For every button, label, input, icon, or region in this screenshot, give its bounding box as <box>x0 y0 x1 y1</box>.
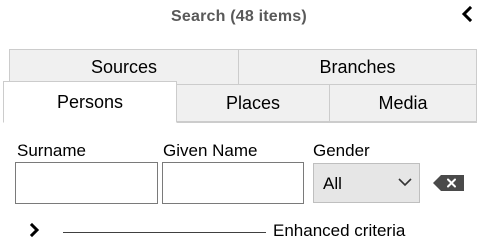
tab-places[interactable]: Places <box>176 84 330 123</box>
tab-places-label: Places <box>225 93 281 113</box>
gender-select[interactable]: All <box>313 163 420 203</box>
tab-sources-label: Sources <box>90 57 158 77</box>
given-name-input[interactable] <box>162 162 304 204</box>
tab-persons[interactable]: Persons <box>3 81 177 123</box>
search-title: Search (48 items) <box>171 8 307 25</box>
surname-label: Surname <box>17 141 86 160</box>
tab-media[interactable]: Media <box>329 84 477 123</box>
tab-branches-label: Branches <box>319 57 396 77</box>
search-panel: Search (48 items) Sources Branches Place… <box>0 0 477 251</box>
clear-search-button[interactable] <box>432 174 466 192</box>
enhanced-criteria-toggle[interactable] <box>28 221 42 239</box>
surname-input[interactable] <box>15 162 158 204</box>
backspace-clear-icon <box>433 175 464 191</box>
collapse-panel-button[interactable] <box>459 4 475 24</box>
tab-media-label: Media <box>378 93 428 113</box>
enhanced-criteria-divider <box>63 232 266 233</box>
chevron-right-icon <box>29 222 40 238</box>
tab-persons-label: Persons <box>56 92 124 112</box>
gender-selected-value: All <box>323 174 342 193</box>
enhanced-criteria-label[interactable]: Enhanced criteria <box>273 221 405 241</box>
tab-branches[interactable]: Branches <box>238 49 477 86</box>
chevron-left-icon <box>461 5 473 23</box>
chevron-down-icon <box>398 178 412 187</box>
given-name-label: Given Name <box>163 141 258 160</box>
gender-label: Gender <box>313 141 370 160</box>
